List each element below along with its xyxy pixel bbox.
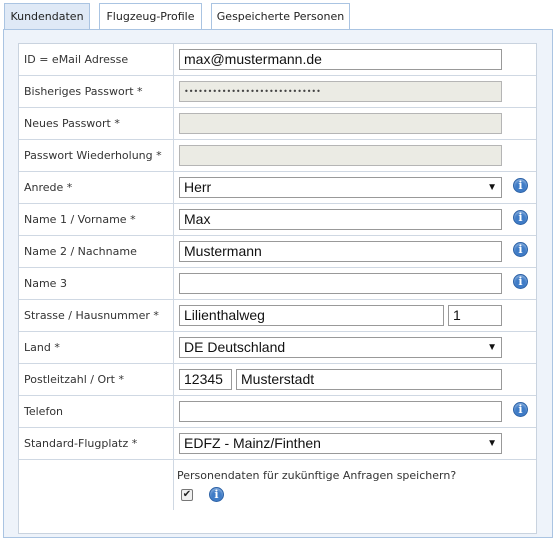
name2-label: Name 2 / Nachname	[19, 236, 174, 267]
old-password-label: Bisheriges Passwort *	[19, 76, 174, 107]
zip-field[interactable]: 12345	[179, 369, 232, 390]
row-airfield: Standard-Flugplatz * EDFZ - Mainz/Finthe…	[19, 428, 536, 460]
row-password-repeat: Passwort Wiederholung *	[19, 140, 536, 172]
new-password-label: Neues Passwort *	[19, 108, 174, 139]
row-old-password: Bisheriges Passwort * ••••••••••••••••••…	[19, 76, 536, 108]
save-persons-text: Personendaten für zukünftige Anfragen sp…	[177, 469, 457, 482]
row-name1: Name 1 / Vorname * Max i	[19, 204, 536, 236]
info-icon[interactable]: i	[513, 242, 528, 257]
email-label: ID = eMail Adresse	[19, 44, 174, 75]
phone-label: Telefon	[19, 396, 174, 427]
country-label: Land *	[19, 332, 174, 363]
old-password-field[interactable]: •••••••••••••••••••••••••••••	[179, 81, 502, 102]
row-country: Land * DE Deutschland ▼	[19, 332, 536, 364]
row-name2: Name 2 / Nachname Mustermann i	[19, 236, 536, 268]
salutation-label: Anrede *	[19, 172, 174, 203]
row-save-persons: Personendaten für zukünftige Anfragen sp…	[19, 460, 536, 510]
tab-gespeicherte-personen[interactable]: Gespeicherte Personen	[211, 3, 350, 30]
tab-kundendaten[interactable]: Kundendaten	[4, 3, 90, 30]
info-icon[interactable]: i	[513, 178, 528, 193]
name3-field[interactable]	[179, 273, 502, 294]
name1-field[interactable]: Max	[179, 209, 502, 230]
street-label: Strasse / Hausnummer *	[19, 300, 174, 331]
name2-field[interactable]: Mustermann	[179, 241, 502, 262]
new-password-field[interactable]	[179, 113, 502, 134]
street-field[interactable]: Lilienthalweg	[179, 305, 444, 326]
salutation-select[interactable]: Herr ▼	[179, 177, 502, 198]
tab-panel: ID = eMail Adresse max@mustermann.de Bis…	[3, 29, 553, 538]
row-phone: Telefon i	[19, 396, 536, 428]
country-select[interactable]: DE Deutschland ▼	[179, 337, 502, 358]
customer-form: ID = eMail Adresse max@mustermann.de Bis…	[18, 43, 537, 534]
checkmark-icon: ✔	[182, 489, 192, 500]
save-persons-checkbox[interactable]: ✔	[181, 489, 193, 501]
airfield-label: Standard-Flugplatz *	[19, 428, 174, 459]
tab-bar: Kundendaten Flugzeug-Profile Gespeichert…	[0, 0, 557, 30]
name3-label: Name 3	[19, 268, 174, 299]
airfield-value: EDFZ - Mainz/Finthen	[184, 435, 321, 451]
password-repeat-field[interactable]	[179, 145, 502, 166]
salutation-value: Herr	[184, 179, 212, 195]
info-icon[interactable]: i	[209, 487, 224, 502]
info-icon[interactable]: i	[513, 402, 528, 417]
info-icon[interactable]: i	[513, 210, 528, 225]
phone-field[interactable]	[179, 401, 502, 422]
chevron-down-icon: ▼	[487, 342, 497, 353]
postal-label: Postleitzahl / Ort *	[19, 364, 174, 395]
row-email: ID = eMail Adresse max@mustermann.de	[19, 44, 536, 76]
row-salutation: Anrede * Herr ▼ i	[19, 172, 536, 204]
row-name3: Name 3 i	[19, 268, 536, 300]
row-postal: Postleitzahl / Ort * 12345 Musterstadt	[19, 364, 536, 396]
save-persons-label-cell	[19, 460, 174, 510]
chevron-down-icon: ▼	[487, 438, 497, 449]
airfield-select[interactable]: EDFZ - Mainz/Finthen ▼	[179, 433, 502, 454]
tab-flugzeug-profile[interactable]: Flugzeug-Profile	[99, 3, 202, 30]
info-icon[interactable]: i	[513, 274, 528, 289]
row-street: Strasse / Hausnummer * Lilienthalweg 1	[19, 300, 536, 332]
country-value: DE Deutschland	[184, 339, 286, 355]
house-number-field[interactable]: 1	[448, 305, 502, 326]
chevron-down-icon: ▼	[487, 182, 497, 193]
row-new-password: Neues Passwort *	[19, 108, 536, 140]
city-field[interactable]: Musterstadt	[236, 369, 502, 390]
password-repeat-label: Passwort Wiederholung *	[19, 140, 174, 171]
name1-label: Name 1 / Vorname *	[19, 204, 174, 235]
email-field[interactable]: max@mustermann.de	[179, 49, 502, 70]
